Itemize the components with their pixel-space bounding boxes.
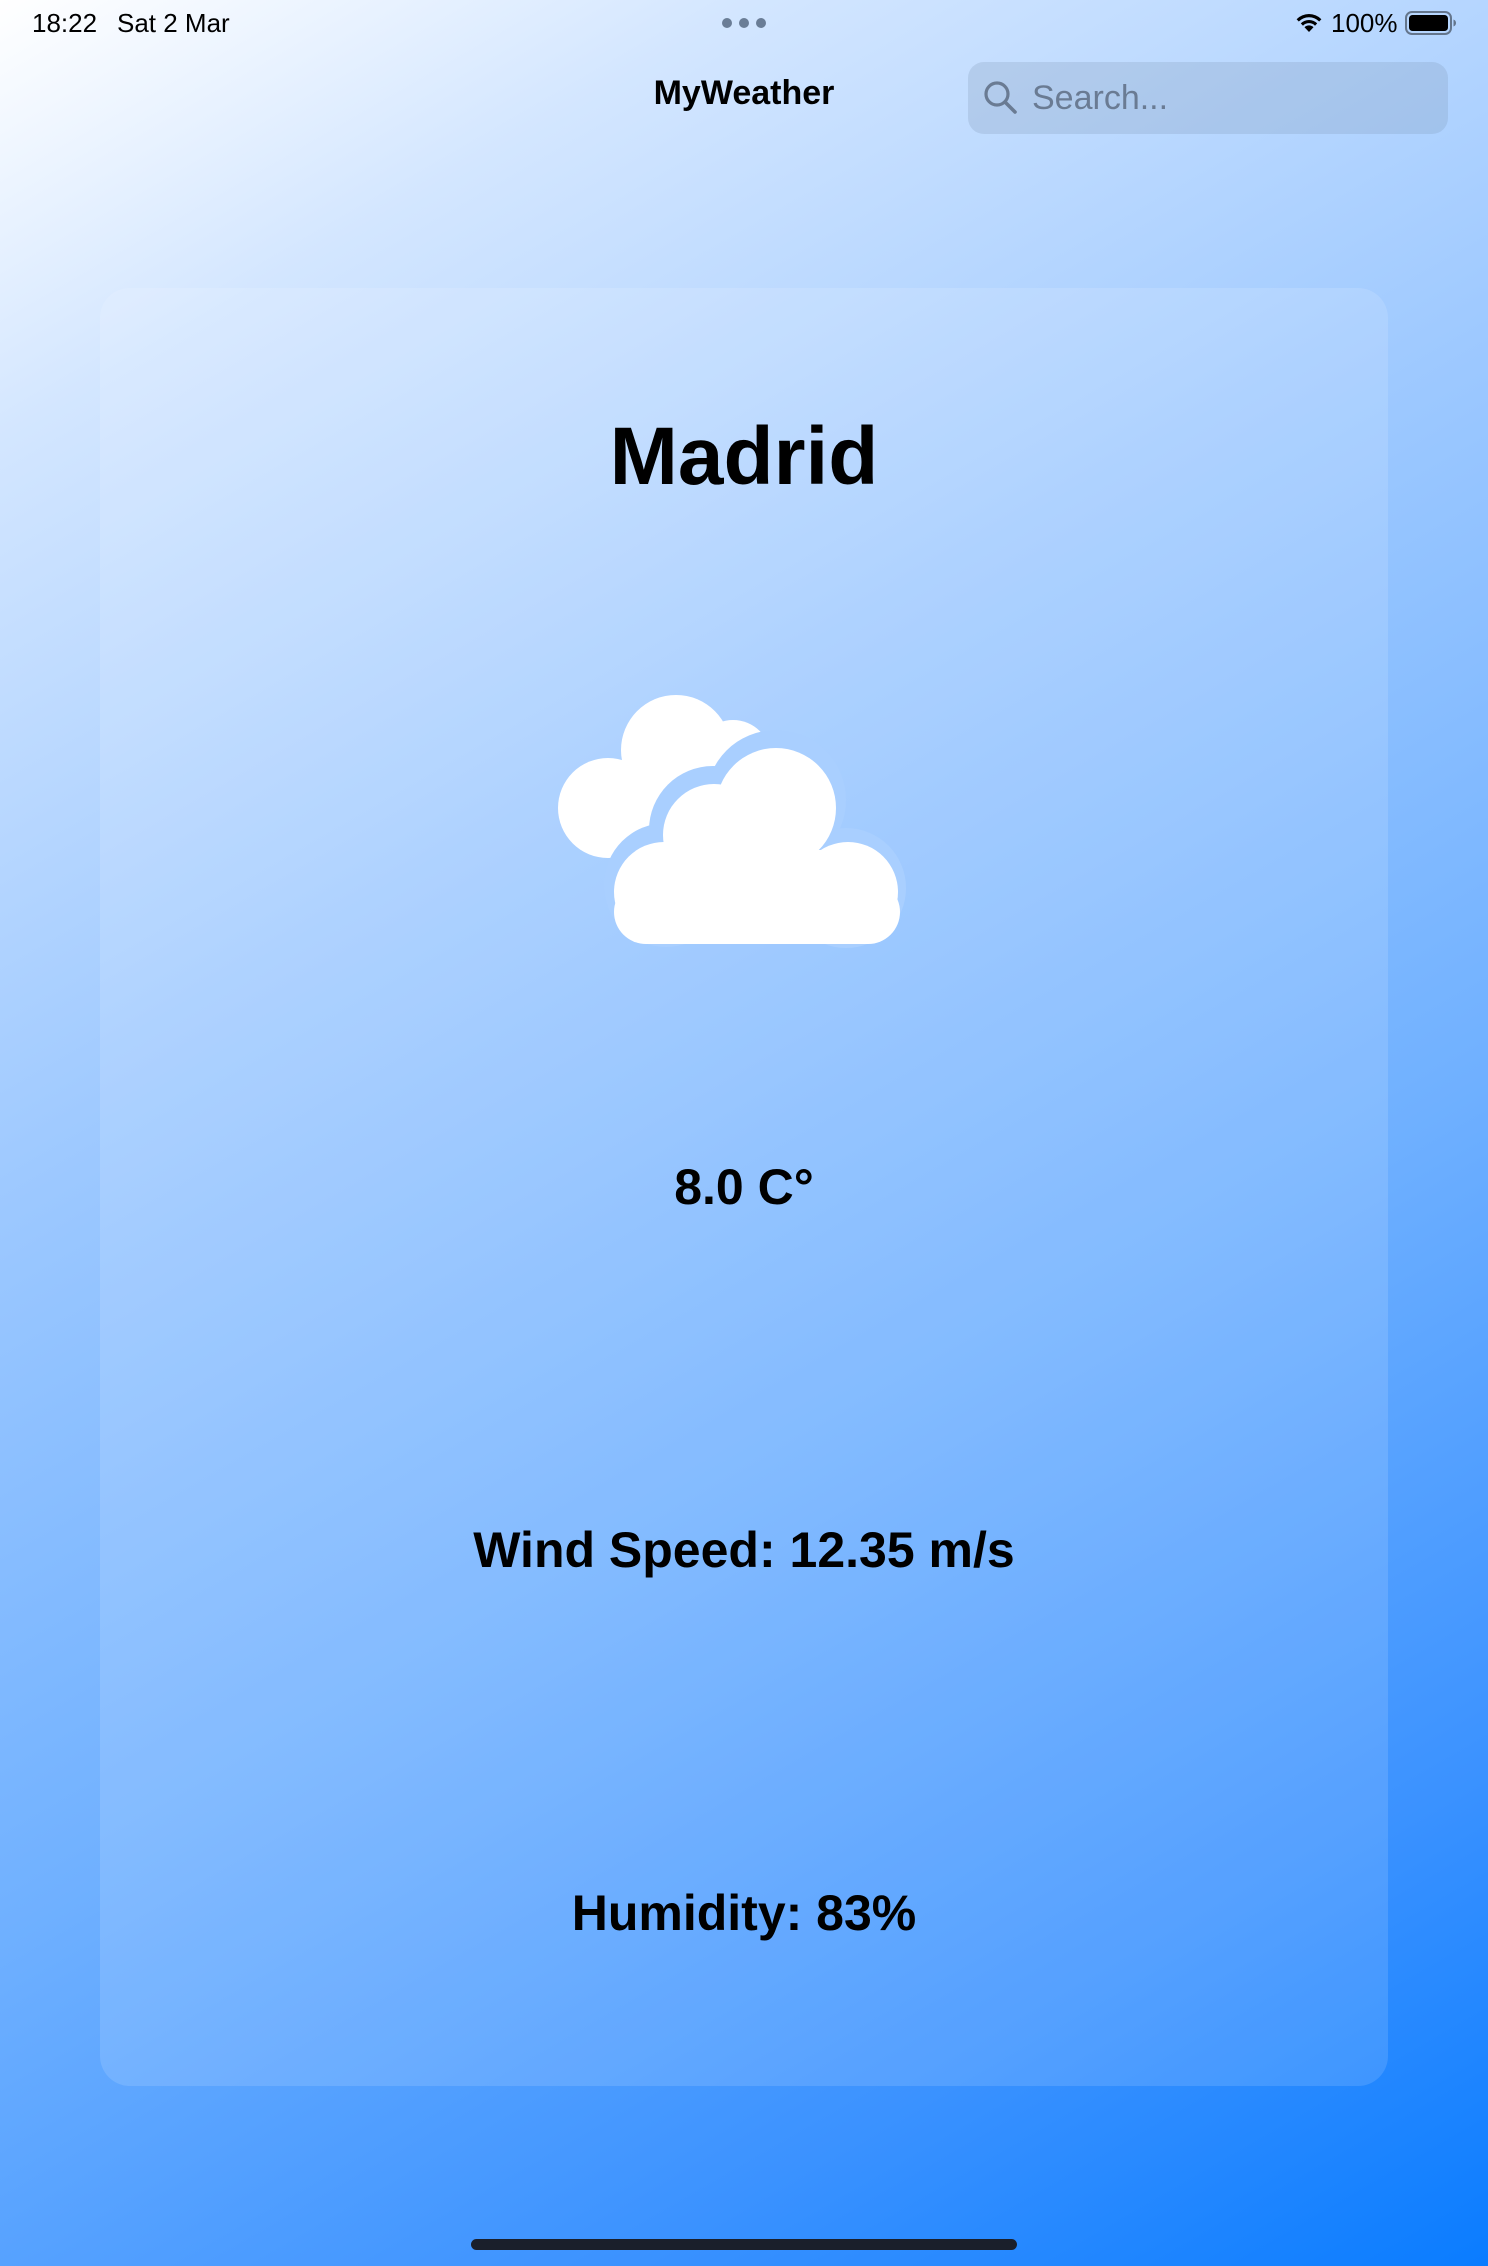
status-time: 18:22: [32, 8, 98, 38]
wifi-icon: [1296, 14, 1322, 32]
humidity-value: Humidity: 83%: [571, 1885, 917, 1941]
search-bar[interactable]: [968, 62, 1448, 134]
cloudy-icon: [558, 695, 906, 948]
multitask-ellipsis-icon[interactable]: [722, 18, 766, 28]
app-title: MyWeather: [653, 74, 835, 112]
temperature-value: 8.0 C°: [674, 1159, 814, 1215]
search-icon: [984, 81, 1017, 114]
city-name: Madrid: [609, 411, 879, 502]
wind-speed-value: Wind Speed: 12.35 m/s: [473, 1522, 1015, 1578]
battery-full-icon: [1405, 11, 1456, 35]
search-input[interactable]: [1032, 68, 1432, 128]
status-bar: 18:22 Sat 2 Mar 100%: [0, 0, 1488, 48]
battery-percentage: 100%: [1331, 8, 1398, 38]
home-indicator[interactable]: [471, 2239, 1017, 2250]
status-date: Sat 2 Mar: [117, 8, 230, 38]
